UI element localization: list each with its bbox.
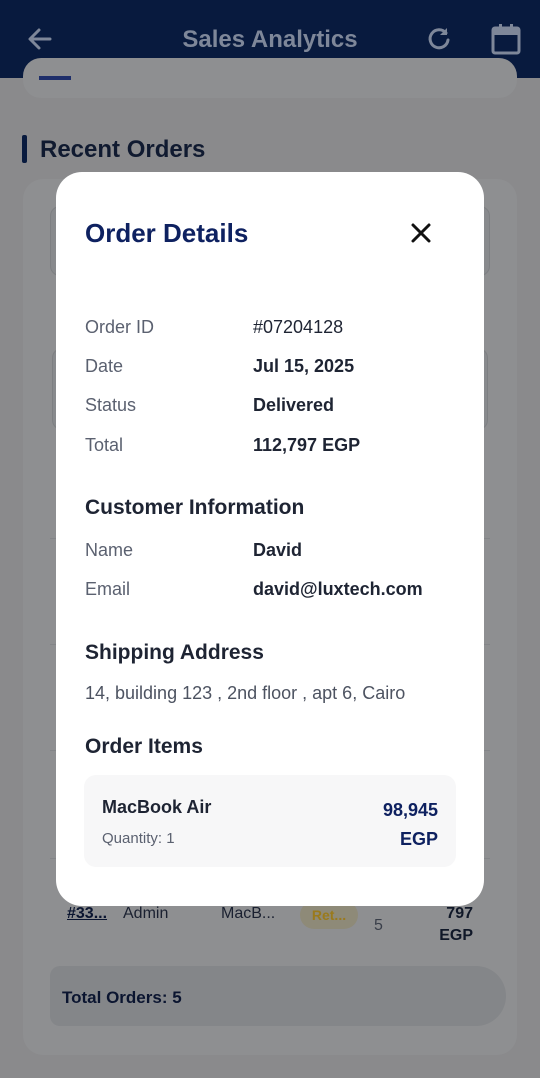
- refresh-icon[interactable]: [423, 22, 455, 56]
- total-orders-bar: Total Orders: 5: [50, 966, 506, 1026]
- section-title: Recent Orders: [40, 136, 206, 163]
- total-label: Total: [85, 435, 124, 455]
- modal-title: Order Details: [85, 218, 249, 248]
- order-details-modal: Order Details Order ID #07204128 Date Ju…: [56, 172, 484, 906]
- row-product: MacB...: [221, 905, 276, 922]
- row-total: 797 EGP: [439, 905, 473, 944]
- total-value: 112,797 EGP: [253, 435, 361, 455]
- page-title: Sales Analytics: [182, 26, 358, 53]
- item-price: 98,945 EGP: [382, 800, 438, 849]
- shipping-address: 14, building 123 , 2nd floor , apt 6, Ca…: [85, 683, 406, 703]
- name-label: Name: [85, 540, 134, 560]
- shipping-address-heading: Shipping Address: [85, 641, 264, 664]
- summary-card: [23, 58, 517, 98]
- date-label: Date: [85, 356, 124, 376]
- status-value: Delivered: [253, 395, 335, 415]
- customer-info-heading: Customer Information: [85, 496, 305, 519]
- section-accent-bar: [22, 135, 27, 163]
- email-label: Email: [85, 579, 131, 599]
- calendar-icon[interactable]: [490, 22, 522, 56]
- total-orders-label: Total Orders: 5: [62, 988, 182, 1007]
- status-label: Status: [85, 395, 137, 415]
- order-id-label: Order ID: [85, 317, 155, 337]
- table-row[interactable]: #33... Admin MacB... Ret... 5 797 EGP: [0, 901, 540, 951]
- close-icon[interactable]: [406, 218, 436, 248]
- list-item: MacBook Air Quantity: 1 98,945 EGP: [84, 775, 456, 867]
- row-qty: 5: [374, 917, 383, 934]
- order-id-link[interactable]: #33...: [67, 905, 107, 923]
- row-user: Admin: [123, 905, 169, 922]
- item-quantity: Quantity: 1: [102, 830, 175, 847]
- order-id-value: #07204128: [253, 317, 344, 337]
- order-items-heading: Order Items: [85, 735, 203, 758]
- date-value: Jul 15, 2025: [253, 356, 355, 376]
- item-name: MacBook Air: [102, 797, 212, 817]
- email-value: david@luxtech.com: [253, 579, 423, 599]
- name-value: David: [253, 540, 303, 560]
